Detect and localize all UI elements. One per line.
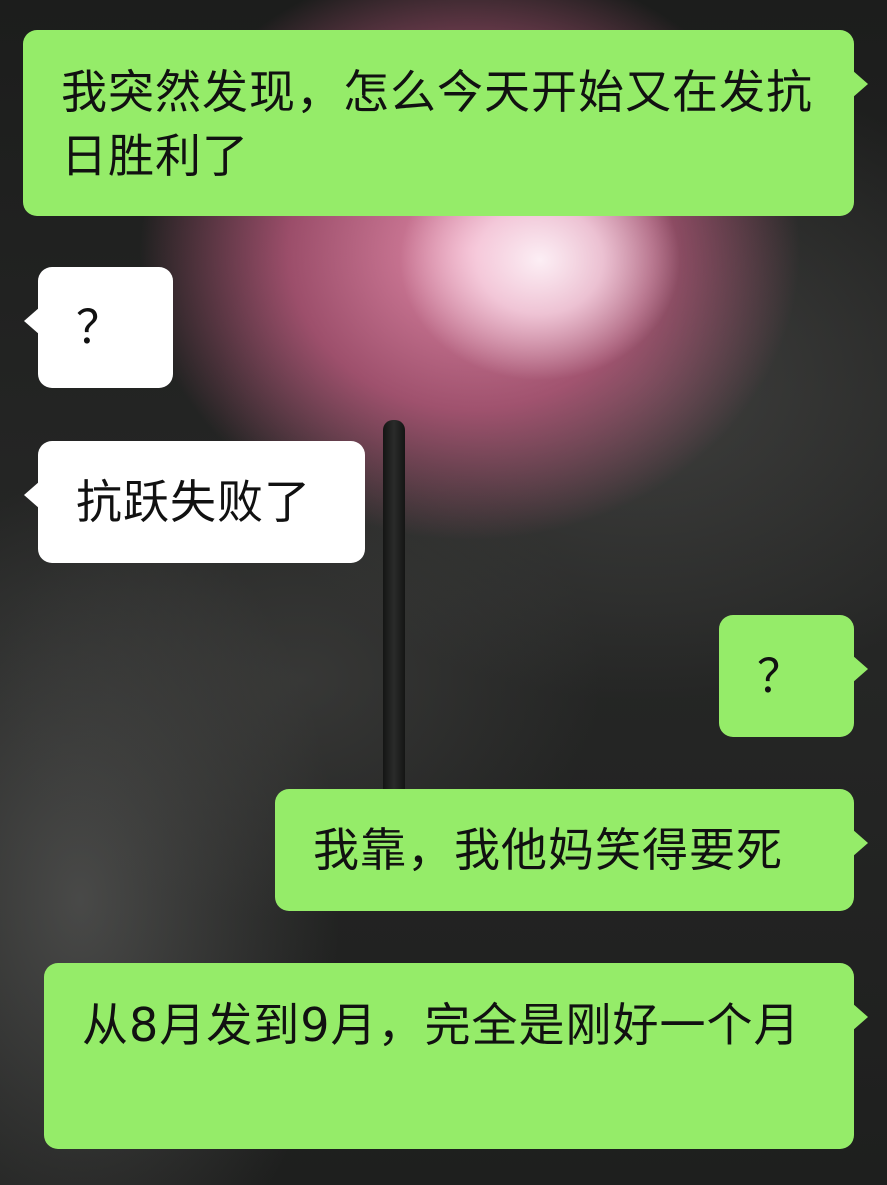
bubble-tail [852, 1003, 868, 1031]
message-bubble-outgoing[interactable]: 我靠，我他妈笑得要死 [275, 789, 868, 911]
message-bubble-outgoing[interactable]: 从8月发到9月，完全是刚好一个月 [44, 963, 868, 1149]
message-text: 从8月发到9月，完全是刚好一个月 [82, 998, 801, 1052]
message-bubble-incoming[interactable]: ？ [24, 267, 173, 388]
message-bubble-outgoing[interactable]: 我突然发现，怎么今天开始又在发抗日胜利了 [23, 30, 868, 216]
message-bubble-outgoing[interactable]: ？ [719, 615, 868, 737]
message-text: ？ [76, 300, 123, 354]
message-text: 我突然发现，怎么今天开始又在发抗日胜利了 [61, 65, 813, 183]
message-text: 抗跃失败了 [76, 475, 311, 529]
bubble-tail [852, 829, 868, 857]
message-text: 我靠，我他妈笑得要死 [313, 823, 783, 877]
bubble-tail [24, 481, 40, 509]
bubble-tail [24, 307, 40, 335]
bubble-tail [852, 70, 868, 98]
message-bubble-incoming[interactable]: 抗跃失败了 [24, 441, 365, 563]
bubble-tail [852, 655, 868, 683]
message-text: ？ [757, 649, 804, 703]
